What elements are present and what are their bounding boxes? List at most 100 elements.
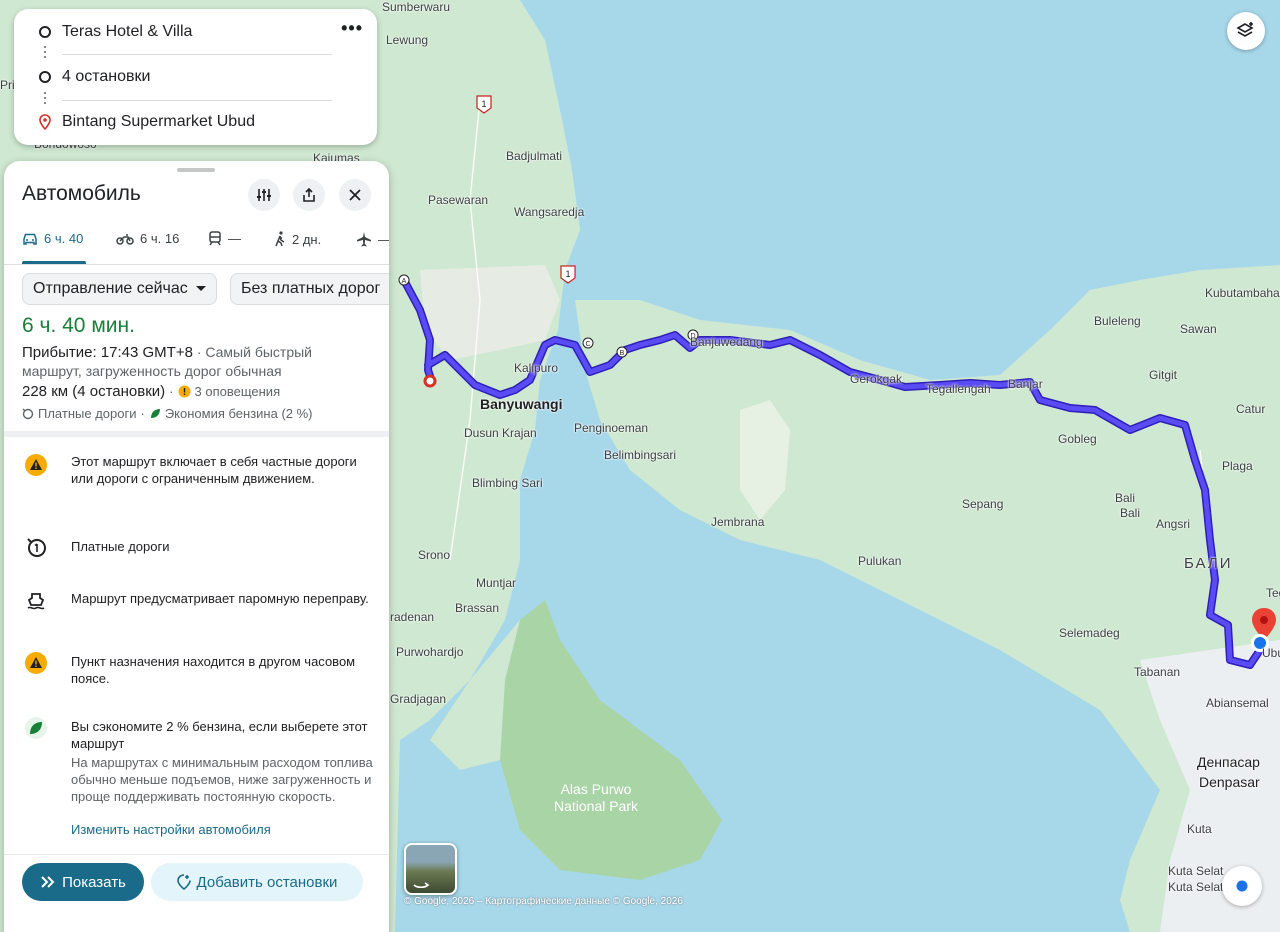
- map-label: Kalipuro: [514, 361, 559, 375]
- toll-icon: [22, 408, 34, 419]
- vertical-dots: [44, 92, 46, 107]
- alert-icon: [178, 385, 191, 398]
- map-label: Purwohardjo: [396, 645, 464, 659]
- stop-circle-icon: [39, 71, 51, 83]
- map-label: Wangsaredja: [514, 205, 585, 219]
- map-label: Badjulmati: [506, 149, 563, 163]
- dropdown-arrow-icon: [195, 286, 206, 291]
- alerts-link[interactable]: 3 оповещения: [195, 384, 281, 399]
- map-label: Gobleg: [1058, 432, 1097, 446]
- svg-text:B: B: [620, 350, 625, 357]
- depart-time-label: Отправление сейчас: [33, 280, 188, 297]
- map-label: Brassan: [455, 601, 500, 615]
- my-location-icon: [1236, 880, 1248, 892]
- origin-row[interactable]: Teras Hotel & Villa: [14, 19, 344, 45]
- map-label: Blimbing Sari: [472, 476, 543, 490]
- map-label: Penginoeman: [574, 421, 649, 435]
- divider: [62, 54, 332, 55]
- car-icon: [23, 233, 37, 245]
- arrival-time: Прибытие: 17:43 GMT+8: [22, 344, 193, 361]
- share-button[interactable]: [293, 179, 325, 211]
- map-label-park: Alas Purwo National Park: [553, 781, 639, 814]
- map-label: Teg: [1266, 586, 1280, 600]
- map-label: Pasewaran: [428, 193, 489, 207]
- add-stops-button[interactable]: Добавить остановки: [151, 863, 363, 901]
- note-tolls: Платные дороги: [24, 535, 369, 559]
- map-label: Abiansemal: [1206, 696, 1269, 710]
- tab-walk[interactable]: 2 дн.: [274, 231, 321, 247]
- double-chevron-icon: [41, 876, 55, 888]
- route-options-button[interactable]: [248, 179, 280, 211]
- note-text: Вы сэкономите 2 % бензина, если выберете…: [71, 719, 368, 751]
- leaf-icon: [24, 716, 48, 740]
- map-label: Sumberwaru: [382, 0, 451, 14]
- map-label: Srono: [418, 548, 451, 562]
- layers-button[interactable]: [1227, 12, 1265, 50]
- stop-marker-c: C: [582, 337, 594, 349]
- map-label: Bali: [1115, 491, 1136, 505]
- map-label: Gradjagan: [390, 692, 447, 706]
- tab-transit-label: —: [228, 231, 241, 246]
- change-vehicle-settings-link[interactable]: Изменить настройки автомобиля: [71, 822, 271, 837]
- share-icon: [303, 187, 315, 202]
- walk-icon: [275, 231, 285, 247]
- tab-motorcycle[interactable]: 6 ч. 16: [116, 231, 179, 246]
- destination-pin-icon: [39, 114, 51, 130]
- map-label: Selemadeg: [1059, 626, 1120, 640]
- section-divider: [4, 431, 389, 437]
- tab-transit[interactable]: —: [208, 231, 241, 246]
- note-timezone: Пункт назначения находится в другом часо…: [24, 651, 369, 691]
- svg-text:A: A: [402, 278, 407, 285]
- tab-walk-label: 2 дн.: [292, 231, 322, 247]
- stops-row[interactable]: 4 остановки: [14, 64, 344, 90]
- show-route-button[interactable]: Показать: [22, 863, 144, 901]
- distance-line: 228 км (4 остановки) · 3 оповещения: [22, 383, 281, 400]
- map-label: Banjar: [1008, 377, 1043, 391]
- toll-icon: [24, 535, 48, 559]
- drag-handle[interactable]: [177, 168, 215, 172]
- destination-row[interactable]: Bintang Supermarket Ubud: [14, 109, 344, 135]
- origin-circle-icon: [39, 26, 51, 38]
- svg-text:C: C: [585, 341, 590, 348]
- map-label: Gerokgak: [850, 372, 903, 386]
- map-label: Banjuwedang: [690, 335, 763, 349]
- bottom-divider: [4, 854, 389, 855]
- map-label: Sepang: [962, 497, 1004, 511]
- street-view-thumbnail[interactable]: [404, 843, 457, 895]
- map-label: radenan: [390, 610, 435, 624]
- map-label: Gitgit: [1149, 368, 1178, 382]
- features-line: Платные дороги · Экономия бензина (2 %): [22, 406, 313, 421]
- rotate-icon: [413, 882, 430, 889]
- note-fuel: Вы сэкономите 2 % бензина, если выберете…: [24, 716, 373, 846]
- avoid-tolls-label: Без платных дорог: [241, 280, 381, 297]
- svg-text:1: 1: [565, 269, 570, 279]
- close-button[interactable]: [339, 179, 371, 211]
- destination-text: Bintang Supermarket Ubud: [62, 113, 255, 130]
- map-label: Kuta Selat: [1168, 864, 1224, 878]
- stops-text: 4 остановки: [62, 68, 151, 85]
- map-label: Buleleng: [1094, 314, 1141, 328]
- vertical-dots: [44, 46, 46, 61]
- more-options-icon[interactable]: •••: [341, 19, 363, 37]
- leaf-icon: [150, 408, 160, 418]
- note-ferry: Маршрут предусматривает паромную перепра…: [24, 588, 369, 628]
- map-label: Lewung: [386, 33, 429, 47]
- motorcycle-icon: [116, 233, 134, 245]
- map-label: Pulukan: [858, 554, 902, 568]
- avoid-tolls-chip[interactable]: Без платных дорог: [230, 273, 389, 305]
- train-icon: [209, 231, 221, 246]
- tab-car[interactable]: 6 ч. 40: [22, 231, 83, 246]
- tab-flight[interactable]: —: [356, 231, 389, 247]
- route-duration: 6 ч. 40 мин.: [22, 314, 135, 337]
- depart-time-dropdown[interactable]: Отправление сейчас: [22, 273, 217, 305]
- note-text: Платные дороги: [71, 539, 170, 554]
- tab-flight-label: —: [378, 232, 389, 247]
- sliders-icon: [257, 189, 271, 201]
- show-route-label: Показать: [62, 873, 126, 891]
- map-label: Tabanan: [1134, 665, 1181, 679]
- map-label: Денпасар: [1197, 754, 1260, 770]
- map-label: Angsri: [1156, 517, 1191, 531]
- my-location-button[interactable]: [1222, 866, 1262, 906]
- travel-modes: 6 ч. 40 6 ч. 16 — 2 дн. —: [4, 223, 389, 265]
- map-label: Sawan: [1180, 322, 1217, 336]
